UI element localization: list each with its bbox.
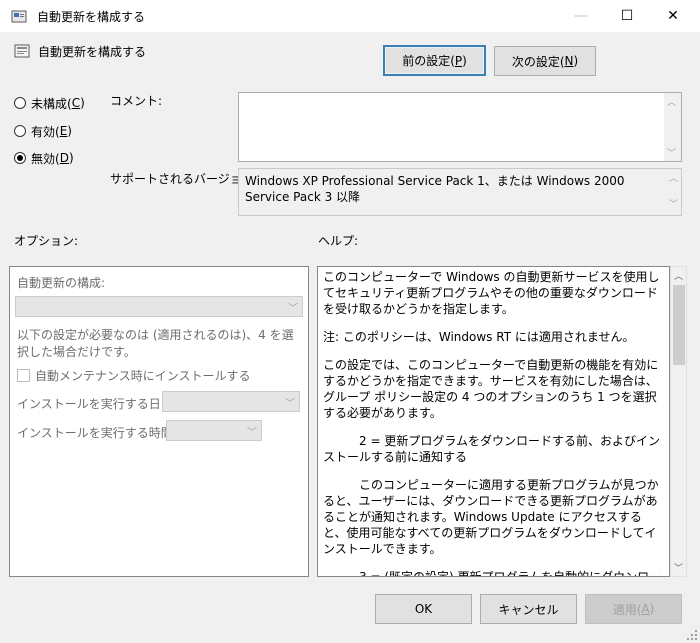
chevron-down-icon: ﹀ <box>285 398 295 409</box>
ok-button[interactable]: OK <box>375 594 472 624</box>
help-label: ヘルプ: <box>318 234 359 248</box>
help-paragraph: このコンピューターに適用する更新プログラムが見つかると、ユーザーには、ダウンロー… <box>323 478 659 556</box>
configure-dropdown[interactable]: ﹀ <box>15 296 303 317</box>
previous-setting-paren: ) <box>462 53 467 68</box>
help-paragraph: 2 = 更新プログラムをダウンロードする前、およびインストールする前に通知する <box>323 434 660 464</box>
install-time-dropdown[interactable]: ﹀ <box>166 420 262 441</box>
supported-label: サポートされるバージョン: <box>110 172 258 186</box>
radio-circle-selected <box>14 152 26 164</box>
radio-label: 有効( <box>31 124 60 139</box>
radio-label: 無効( <box>31 151 60 166</box>
radio-label: 未構成( <box>31 96 72 111</box>
comment-scrollbar[interactable]: ︿ ﹀ <box>664 93 681 161</box>
radio-paren: ) <box>80 96 85 110</box>
supported-value: Windows XP Professional Service Pack 1、ま… <box>245 174 625 204</box>
cancel-button[interactable]: キャンセル <box>480 594 577 624</box>
apply-label: 適用( <box>612 602 642 617</box>
previous-setting-key: P <box>454 53 463 68</box>
radio-key: E <box>59 124 68 138</box>
apply-key: A <box>641 602 650 616</box>
radio-circle <box>14 125 26 137</box>
next-setting-label: 次の設定( <box>511 54 565 69</box>
close-button[interactable]: ✕ <box>650 0 696 32</box>
help-paragraph: この設定では、このコンピューターで自動更新の機能を有効にするかどうかを指定できま… <box>323 358 659 420</box>
scroll-up-icon[interactable]: ︿ <box>667 95 676 108</box>
radio-key: D <box>59 151 69 165</box>
apply-button[interactable]: 適用(A) <box>585 594 682 624</box>
previous-setting-label: 前の設定( <box>402 54 455 68</box>
radio-paren: ) <box>68 151 74 165</box>
scroll-up-icon[interactable]: ︿ <box>674 269 683 282</box>
title-bar: 自動更新を構成する — ☐ ✕ <box>0 0 700 32</box>
help-paragraph: 注: このポリシーは、Windows RT には適用されません。 <box>323 330 635 344</box>
options-panel: 自動更新の構成: ﹀ 以下の設定が必要なのは (適用されるのは)、4 を選択した… <box>9 266 309 577</box>
window-title: 自動更新を構成する <box>37 10 146 24</box>
next-setting-button[interactable]: 次の設定(N) <box>494 46 596 76</box>
configure-label: 自動更新の構成: <box>17 276 106 290</box>
install-day-dropdown[interactable]: ﹀ <box>162 391 300 412</box>
radio-disabled[interactable]: 無効(D) <box>14 150 134 166</box>
radio-key: C <box>71 96 81 110</box>
scroll-thumb[interactable] <box>673 285 685 365</box>
policy-name: 自動更新を構成する <box>38 45 147 59</box>
help-text: このコンピューターで Windows の自動更新サービスを使用してセキュリティ更… <box>323 269 663 577</box>
help-panel: このコンピューターで Windows の自動更新サービスを使用してセキュリティ更… <box>317 266 670 577</box>
options-label: オプション: <box>14 234 79 248</box>
minimize-button[interactable]: — <box>558 0 604 32</box>
next-setting-paren: ) <box>573 54 579 68</box>
scroll-down-icon[interactable]: ﹀ <box>674 561 683 574</box>
supported-value-box: Windows XP Professional Service Pack 1、ま… <box>238 168 682 216</box>
comment-label: コメント: <box>110 94 163 108</box>
resize-grip-icon[interactable] <box>686 629 698 641</box>
install-day-label: インストールを実行する日: <box>17 397 165 411</box>
maintenance-checkbox-label: 自動メンテナンス時にインストールする <box>35 369 251 383</box>
previous-setting-button[interactable]: 前の設定(P) <box>383 45 486 76</box>
apply-paren: ) <box>649 602 655 616</box>
radio-circle <box>14 97 26 109</box>
help-paragraph: このコンピューターで Windows の自動更新サービスを使用してセキュリティ更… <box>323 270 660 316</box>
maintenance-checkbox[interactable]: 自動メンテナンス時にインストールする <box>17 367 251 384</box>
help-scrollbar[interactable]: ︿ ﹀ <box>670 266 687 577</box>
radio-enabled[interactable]: 有効(E) <box>14 123 134 139</box>
comment-input[interactable]: ︿ ﹀ <box>238 92 682 162</box>
checkbox-box <box>17 369 30 382</box>
policy-settings-icon <box>11 10 27 23</box>
maximize-button[interactable]: ☐ <box>604 0 650 32</box>
policy-icon <box>14 44 30 58</box>
help-paragraph: 3 = (既定の設定) 更新プログラムを自動的にダウンロードし、インストールの準… <box>359 570 662 577</box>
scroll-down-icon[interactable]: ﹀ <box>667 146 676 159</box>
options-note: 以下の設定が必要なのは (適用されるのは)、4 を選択した場合だけです。 <box>17 328 294 359</box>
next-setting-key: N <box>564 54 574 68</box>
install-time-label: インストールを実行する時間: <box>17 426 177 440</box>
scroll-up-icon[interactable]: ︿ <box>669 171 678 187</box>
chevron-down-icon: ﹀ <box>288 303 298 314</box>
chevron-down-icon: ﹀ <box>247 427 257 438</box>
radio-dot <box>17 155 23 161</box>
radio-paren: ) <box>67 124 72 138</box>
scroll-down-icon[interactable]: ﹀ <box>669 197 678 213</box>
